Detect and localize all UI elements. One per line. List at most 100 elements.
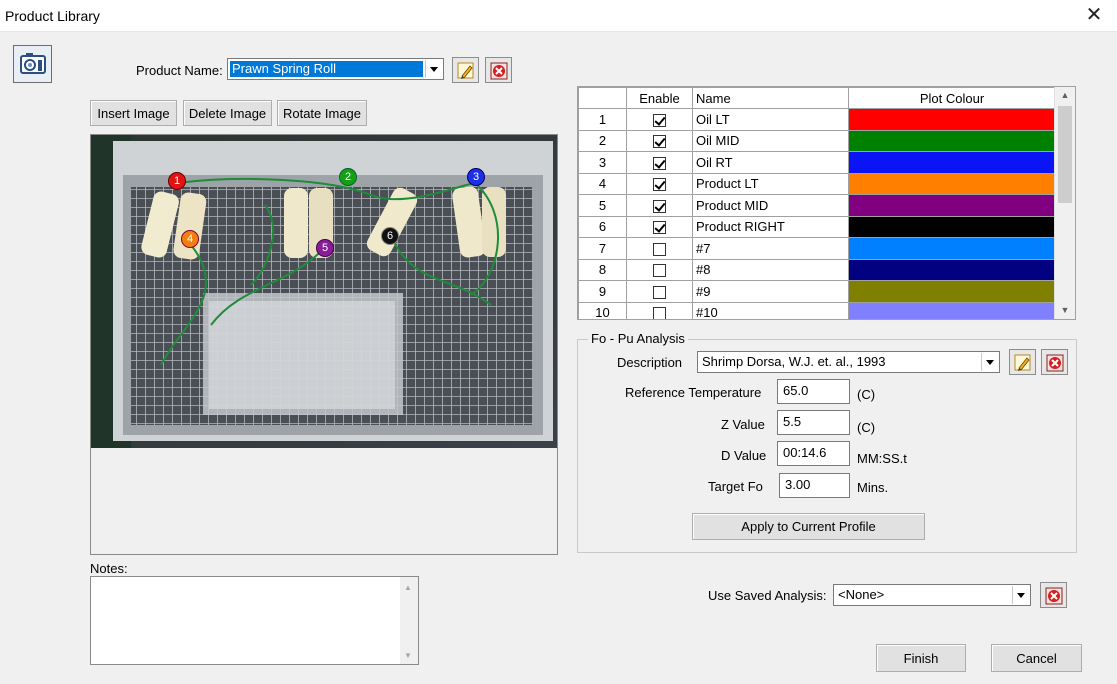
delete-description-button[interactable]: [1041, 349, 1068, 375]
close-icon[interactable]: ✕: [1081, 3, 1107, 29]
chevron-down-icon[interactable]: [1012, 586, 1029, 604]
channel-name[interactable]: Product RIGHT: [692, 215, 849, 238]
channel-name[interactable]: #10: [692, 301, 849, 319]
description-value: Shrimp Dorsa, W.J. et. al., 1993: [702, 354, 886, 369]
channel-name[interactable]: Product MID: [692, 194, 849, 217]
plot-colour-swatch[interactable]: [848, 258, 1056, 281]
edit-product-button[interactable]: [452, 57, 479, 83]
table-row[interactable]: 7 #7: [578, 237, 1056, 260]
group-title: Fo - Pu Analysis: [588, 331, 688, 346]
description-label: Description: [617, 355, 683, 370]
enable-cell: [626, 237, 693, 260]
scroll-up-icon[interactable]: ▲: [1055, 87, 1075, 104]
target-fo-input[interactable]: 3.00: [779, 473, 850, 498]
saved-analysis-dropdown[interactable]: <None>: [833, 584, 1031, 606]
description-dropdown[interactable]: Shrimp Dorsa, W.J. et. al., 1993: [697, 351, 1000, 373]
plot-colour-swatch[interactable]: [848, 172, 1056, 195]
channel-name[interactable]: #8: [692, 258, 849, 281]
notes-label: Notes:: [90, 561, 128, 576]
enable-checkbox[interactable]: [653, 178, 666, 192]
window-title: Product Library: [5, 8, 100, 24]
enable-checkbox[interactable]: [653, 307, 666, 319]
channel-name[interactable]: #7: [692, 237, 849, 260]
channel-name[interactable]: Product LT: [692, 172, 849, 195]
channel-name[interactable]: #9: [692, 280, 849, 303]
scroll-down-icon[interactable]: ▼: [1055, 302, 1075, 319]
grid-header-name[interactable]: Name: [692, 87, 849, 109]
table-row[interactable]: 8 #8: [578, 258, 1056, 281]
scroll-thumb[interactable]: [1058, 106, 1072, 203]
grid-header-row: Enable Name Plot Colour: [578, 87, 1056, 109]
product-name-label: Product Name:: [136, 63, 223, 78]
saved-analysis-label: Use Saved Analysis:: [708, 588, 827, 603]
enable-cell: [626, 215, 693, 238]
table-row[interactable]: 10 #10: [578, 301, 1056, 319]
enable-cell: [626, 129, 693, 152]
delete-saved-analysis-button[interactable]: [1040, 582, 1067, 608]
notes-scrollbar[interactable]: ▲ ▼: [400, 577, 418, 664]
ref-temp-label: Reference Temperature: [625, 385, 762, 400]
cancel-button[interactable]: Cancel: [991, 644, 1082, 672]
z-value-input[interactable]: 5.5: [777, 410, 850, 435]
chevron-down-icon[interactable]: [425, 60, 442, 78]
row-number: 3: [578, 151, 627, 174]
row-number: 4: [578, 172, 627, 195]
enable-checkbox[interactable]: [653, 285, 666, 299]
product-name-dropdown[interactable]: Prawn Spring Roll: [227, 58, 444, 80]
table-row[interactable]: 3 Oil RT: [578, 151, 1056, 174]
plot-colour-swatch[interactable]: [848, 301, 1056, 319]
row-number: 6: [578, 215, 627, 238]
plot-colour-swatch[interactable]: [848, 108, 1056, 131]
plot-colour-swatch[interactable]: [848, 129, 1056, 152]
enable-checkbox[interactable]: [653, 264, 666, 278]
enable-cell: [626, 108, 693, 131]
table-row[interactable]: 1 Oil LT: [578, 108, 1056, 131]
notes-textarea[interactable]: ▲ ▼: [90, 576, 419, 665]
channel-grid[interactable]: Enable Name Plot Colour 1 Oil LT 2 Oil MID 3…: [577, 86, 1076, 320]
enable-checkbox[interactable]: [653, 113, 666, 127]
delete-image-button[interactable]: Delete Image: [183, 100, 272, 126]
row-number: 9: [578, 280, 627, 303]
edit-description-button[interactable]: [1009, 349, 1036, 375]
channel-name[interactable]: Oil LT: [692, 108, 849, 131]
scroll-down-icon[interactable]: ▼: [404, 651, 412, 660]
pencil-icon: [457, 62, 474, 79]
d-value-label: D Value: [721, 448, 767, 463]
enable-checkbox[interactable]: [653, 156, 666, 170]
enable-cell: [626, 194, 693, 217]
enable-cell: [626, 151, 693, 174]
apply-to-profile-button[interactable]: Apply to Current Profile: [692, 513, 925, 540]
row-number: 10: [578, 301, 627, 319]
plot-colour-swatch[interactable]: [848, 194, 1056, 217]
rotate-image-button[interactable]: Rotate Image: [277, 100, 367, 126]
grid-header-plot-colour[interactable]: Plot Colour: [848, 87, 1056, 109]
plot-colour-swatch[interactable]: [848, 280, 1056, 303]
ref-temp-input[interactable]: 65.0: [777, 379, 850, 404]
enable-checkbox[interactable]: [653, 221, 666, 235]
d-value-input[interactable]: 00:14.6: [777, 441, 850, 466]
table-row[interactable]: 4 Product LT: [578, 172, 1056, 195]
plot-colour-swatch[interactable]: [848, 215, 1056, 238]
plot-colour-swatch[interactable]: [848, 151, 1056, 174]
plot-colour-swatch[interactable]: [848, 237, 1056, 260]
grid-header-enable[interactable]: Enable: [626, 87, 693, 109]
enable-checkbox[interactable]: [653, 199, 666, 213]
enable-checkbox[interactable]: [653, 242, 666, 256]
row-number: 5: [578, 194, 627, 217]
delete-product-button[interactable]: [485, 57, 512, 83]
enable-cell: [626, 258, 693, 281]
table-row[interactable]: 5 Product MID: [578, 194, 1056, 217]
channel-name[interactable]: Oil RT: [692, 151, 849, 174]
channel-name[interactable]: Oil MID: [692, 129, 849, 152]
table-row[interactable]: 6 Product RIGHT: [578, 215, 1056, 238]
insert-image-button[interactable]: Insert Image: [90, 100, 177, 126]
enable-checkbox[interactable]: [653, 135, 666, 149]
delete-icon: [490, 62, 508, 80]
scroll-up-icon[interactable]: ▲: [404, 583, 412, 592]
delete-icon: [1046, 354, 1064, 372]
grid-scrollbar[interactable]: ▲ ▼: [1054, 87, 1075, 319]
finish-button[interactable]: Finish: [876, 644, 966, 672]
table-row[interactable]: 9 #9: [578, 280, 1056, 303]
chevron-down-icon[interactable]: [981, 353, 998, 371]
table-row[interactable]: 2 Oil MID: [578, 129, 1056, 152]
